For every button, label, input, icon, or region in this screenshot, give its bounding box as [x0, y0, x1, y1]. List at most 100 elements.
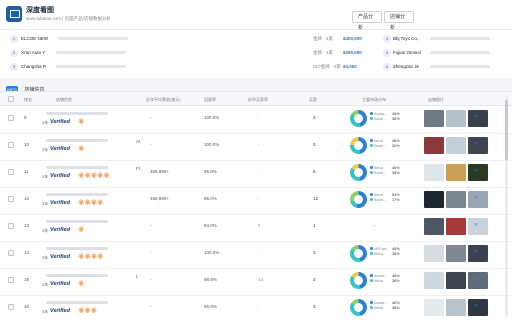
column-header[interactable]: 排名	[24, 97, 32, 103]
store-name-blurred[interactable]	[46, 220, 108, 223]
select-all-checkbox[interactable]	[8, 96, 14, 102]
company-name[interactable]: Changsha R	[21, 64, 46, 69]
more-arrow-icon[interactable]: »	[474, 168, 477, 174]
store-photo-thumbnail[interactable]	[446, 272, 466, 289]
market-donut-chart	[350, 245, 367, 262]
store-photo-thumbnail[interactable]	[446, 245, 466, 262]
column-header[interactable]: 买家	[309, 97, 317, 103]
buyers-cell: 3	[313, 277, 316, 282]
store-photo-thumbnail[interactable]	[468, 218, 488, 235]
store-photo-thumbnail[interactable]	[446, 110, 466, 127]
company-rank-badge: 6	[383, 63, 391, 71]
store-analysis-button[interactable]: 店铺分析	[384, 11, 414, 31]
store-name-blurred[interactable]	[46, 247, 108, 250]
store-photo-thumbnail[interactable]	[446, 299, 466, 316]
company-rank-badge: 3	[10, 63, 18, 71]
table-scrollbar-thumb[interactable]	[505, 100, 508, 160]
row-checkbox[interactable]	[8, 142, 14, 148]
verified-badge: Verified	[50, 173, 70, 179]
row-checkbox[interactable]	[8, 115, 14, 121]
app-header: 深度看图 www.sdukan.com | 页面产品/店铺数据分析 产品分析 店…	[0, 0, 512, 31]
more-arrow-icon[interactable]: »	[474, 249, 477, 255]
store-photo-thumbnail[interactable]	[468, 137, 488, 154]
store-photo-thumbnail[interactable]	[468, 110, 488, 127]
table-row[interactable]: 10 3年 Verified 🏵 AI - 100.0% - 3 Africa South...…	[0, 134, 512, 161]
store-photo-thumbnail[interactable]	[468, 191, 488, 208]
row-checkbox[interactable]	[8, 196, 14, 202]
good-rating-cell: 13	[258, 277, 264, 282]
legend-dot	[370, 112, 373, 115]
table-row[interactable]: 16 3年 Verified 🏵🏵🏵 - 95.0% - 3 Austra... Africa…	[0, 296, 512, 320]
product-analysis-button[interactable]: 产品分析	[352, 11, 382, 31]
store-photo-thumbnail[interactable]	[424, 191, 444, 208]
more-arrow-icon[interactable]: »	[474, 195, 477, 201]
legend-dot	[370, 139, 373, 142]
table-row[interactable]: 14 3年 Verified 🏵🏵🏵🏵 - 100.0% - 3 NOCam Africa 4…	[0, 242, 512, 269]
store-photo-thumbnail[interactable]	[424, 245, 444, 262]
company-rank-badge: 4	[383, 35, 391, 43]
store-name-blurred[interactable]	[46, 301, 108, 304]
rank-cell: 14	[24, 250, 30, 255]
market-donut-chart	[350, 272, 367, 289]
company-row[interactable]: 3 Changsha R ISO金牌 · 4家 $4,000 6 Zhengza…	[0, 60, 512, 74]
column-header[interactable]: 主要市场分布	[362, 97, 386, 103]
column-header[interactable]: 好评买家率	[248, 97, 268, 103]
store-photo-thumbnail[interactable]	[468, 299, 488, 316]
row-checkbox[interactable]	[8, 250, 14, 256]
column-header[interactable]: 近年平均营收(美元)	[146, 97, 181, 103]
table-row[interactable]: 15 3年 Verified 🏵 t. - 98.8% 13 3 Austra... Afric…	[0, 269, 512, 296]
company-tag: ISO金牌 · 4家	[313, 64, 341, 69]
legend-dot	[370, 301, 373, 304]
buyers-cell: 1	[313, 223, 316, 228]
table-row[interactable]: 13 3年 Verified 🏵 - 94.0% 8 1 — »	[0, 215, 512, 242]
row-checkbox[interactable]	[8, 169, 14, 175]
store-photo-thumbnail[interactable]	[424, 137, 444, 154]
store-name-blurred[interactable]	[46, 193, 108, 196]
row-checkbox[interactable]	[8, 304, 14, 310]
company-name[interactable]: Fujian Ominol	[393, 50, 421, 55]
company-row[interactable]: 1 ELCOE NEW 金牌 · 4家 $400,000 4 Bbj Toys …	[0, 32, 512, 46]
company-name[interactable]: Zhengzan Je	[393, 64, 419, 69]
store-photo-thumbnail[interactable]	[446, 164, 466, 181]
table-row[interactable]: 9 3年 Verified 🏵 - 100.0% - 3 Austra... South...…	[0, 107, 512, 134]
store-name-blurred[interactable]	[46, 274, 108, 277]
market-legend: Austra... Africa	[370, 274, 387, 284]
store-photo-thumbnail[interactable]	[468, 164, 488, 181]
more-arrow-icon[interactable]: »	[474, 114, 477, 120]
store-photo-thumbnail[interactable]	[424, 218, 444, 235]
more-arrow-icon[interactable]: »	[474, 141, 477, 147]
store-photo-thumbnail[interactable]	[424, 299, 444, 316]
store-photo-thumbnail[interactable]	[424, 272, 444, 289]
store-name-blurred[interactable]	[46, 112, 108, 115]
store-photo-thumbnail[interactable]	[468, 272, 488, 289]
reply-rate-cell: 96.0%	[204, 196, 217, 201]
store-photo-thumbnail[interactable]	[468, 245, 488, 262]
store-name-blurred[interactable]	[46, 139, 108, 142]
table-row[interactable]: 12 3年 Verified 🏵🏵🏵🏵 468,890+ 96.0% - 12 Africa …	[0, 188, 512, 215]
row-checkbox[interactable]	[8, 223, 14, 229]
more-arrow-icon[interactable]: »	[474, 276, 477, 282]
store-photo-thumbnail[interactable]	[446, 191, 466, 208]
legend-percent: 46%	[392, 166, 400, 170]
store-name-blurred[interactable]	[46, 166, 108, 169]
row-checkbox[interactable]	[8, 277, 14, 283]
good-rating-cell: -	[258, 169, 260, 174]
column-header[interactable]: 店铺图片	[428, 97, 444, 103]
store-photo-thumbnail[interactable]	[424, 110, 444, 127]
company-name[interactable]: Xi'an Auto Y	[21, 50, 45, 55]
more-arrow-icon[interactable]: »	[474, 303, 477, 309]
more-arrow-icon[interactable]: »	[474, 222, 477, 228]
reply-rate-cell: 100.0%	[204, 115, 220, 120]
good-rating-cell: -	[258, 115, 260, 120]
buyers-cell: 12	[313, 196, 319, 201]
store-photo-thumbnail[interactable]	[446, 137, 466, 154]
company-name[interactable]: ELCOE NEW	[21, 36, 48, 41]
company-row[interactable]: 2 Xi'an Auto Y 金牌 · 4家 $290,000 5 Fujian…	[0, 46, 512, 60]
column-header[interactable]: 店铺信息	[56, 97, 72, 103]
company-name[interactable]: Bbj Toys Co.,	[393, 36, 419, 41]
column-header[interactable]: 回复率	[204, 97, 216, 103]
store-photo-thumbnail[interactable]	[446, 218, 466, 235]
years-label: 3年	[42, 120, 49, 125]
table-row[interactable]: 11 3年 Verified 🏵🏵🏵🏵🏵 Fl. 468,890+ 95.0% - 6 Afri…	[0, 161, 512, 188]
store-photo-thumbnail[interactable]	[424, 164, 444, 181]
